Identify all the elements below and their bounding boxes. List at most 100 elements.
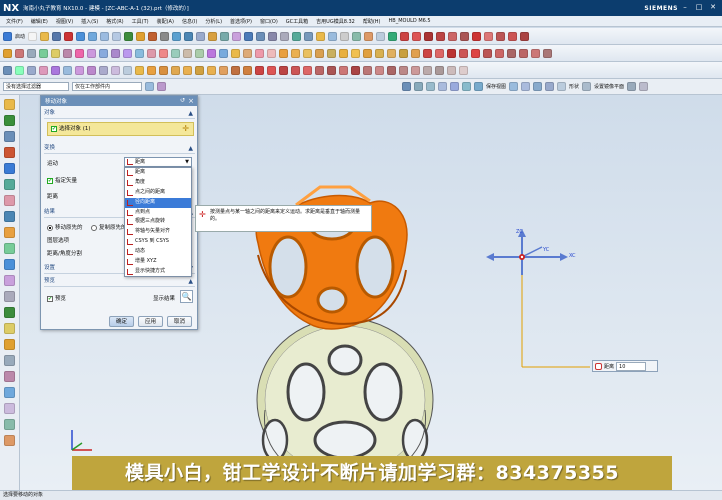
thread-icon[interactable]: [111, 48, 120, 58]
menu-item[interactable]: GC工具箱: [282, 18, 312, 25]
offset-face-icon[interactable]: [207, 48, 216, 58]
intersection-curve-icon[interactable]: [447, 48, 456, 58]
ellipse-icon[interactable]: [519, 48, 528, 58]
offset-curve-icon[interactable]: [472, 31, 482, 41]
chamfer-icon[interactable]: [220, 31, 230, 41]
mirror-plane-icon[interactable]: [627, 82, 637, 91]
revolve-icon[interactable]: [148, 31, 158, 41]
spline-icon[interactable]: [520, 31, 530, 41]
apply-button[interactable]: 应用: [138, 316, 163, 327]
start-icon[interactable]: [3, 31, 12, 41]
join-curve-icon[interactable]: [508, 31, 518, 41]
drafting-icon[interactable]: [4, 371, 15, 382]
curve-length-icon[interactable]: [267, 65, 276, 75]
bridge-curve-icon[interactable]: [496, 31, 506, 41]
curve-edit-icon[interactable]: [255, 65, 264, 75]
pad-icon[interactable]: [75, 48, 84, 58]
bounded-plane-icon[interactable]: [339, 48, 348, 58]
tool-icon[interactable]: [376, 31, 386, 41]
motion-option[interactable]: 距离: [125, 168, 191, 178]
curve-tool-icon[interactable]: [424, 31, 434, 41]
save-icon[interactable]: [52, 31, 62, 41]
point-constructor-icon[interactable]: [219, 65, 228, 75]
highlight-tool-icon[interactable]: [388, 31, 398, 41]
move-face-icon[interactable]: [243, 48, 252, 58]
motion-option[interactable]: 将轴与矢量对齐: [125, 227, 191, 237]
mold-wizard-icon[interactable]: [4, 307, 15, 318]
circle-tool-icon[interactable]: [436, 31, 446, 41]
intersect-icon[interactable]: [196, 31, 206, 41]
copy-original-radio[interactable]: [91, 224, 97, 231]
new-file-icon[interactable]: [28, 31, 38, 41]
dialog-close-icon[interactable]: ×: [188, 96, 194, 106]
edit-display-icon[interactable]: [15, 65, 24, 75]
isoparametric-icon[interactable]: [435, 48, 444, 58]
subtract-icon[interactable]: [184, 31, 194, 41]
motion-option[interactable]: 动态: [125, 247, 191, 257]
motion-option[interactable]: 角度: [125, 178, 191, 188]
menu-item[interactable]: 窗口(O): [256, 18, 282, 25]
move-object-icon[interactable]: [63, 65, 72, 75]
motion-option[interactable]: 点之间的距离: [125, 188, 191, 198]
csys-icon[interactable]: [328, 31, 338, 41]
history-icon[interactable]: [135, 65, 144, 75]
quadrant-point-icon[interactable]: [474, 82, 483, 91]
cancel-button[interactable]: 取消: [167, 316, 192, 327]
rotate-view-icon[interactable]: [280, 31, 290, 41]
wcs-orient-icon[interactable]: [195, 65, 204, 75]
view-icon[interactable]: [509, 82, 519, 91]
chain-icon[interactable]: [543, 48, 552, 58]
layer-icon[interactable]: [316, 31, 326, 41]
end-point-icon[interactable]: [414, 82, 423, 91]
section-curve-icon[interactable]: [459, 48, 468, 58]
distance-handle-value[interactable]: 10: [616, 361, 647, 371]
manufacturing-wizard-icon[interactable]: [4, 227, 15, 238]
patch-icon[interactable]: [195, 48, 204, 58]
motion-option[interactable]: 径向距离: [125, 197, 191, 208]
cam-icon[interactable]: [4, 403, 15, 414]
edit-spline-icon[interactable]: [375, 65, 384, 75]
boss-icon[interactable]: [51, 48, 60, 58]
n-sided-icon[interactable]: [315, 48, 324, 58]
menu-item[interactable]: 帮助(H): [359, 18, 385, 25]
process-studio-icon[interactable]: [4, 211, 15, 222]
history-tab-icon[interactable]: [4, 195, 15, 206]
delete-face-icon[interactable]: [255, 48, 264, 58]
move-original-radio[interactable]: [47, 224, 53, 231]
block-feature-icon[interactable]: [147, 65, 156, 75]
curve-trim-icon[interactable]: [279, 65, 288, 75]
menu-item[interactable]: 信息(I): [178, 18, 201, 25]
shell-icon[interactable]: [232, 31, 242, 41]
smooth-curve-icon[interactable]: [327, 65, 336, 75]
expression-icon[interactable]: [111, 65, 120, 75]
mid-point-icon[interactable]: [426, 82, 435, 91]
wcs-rotate-icon[interactable]: [183, 65, 192, 75]
clip-icon[interactable]: [639, 82, 649, 91]
text-icon[interactable]: [483, 48, 492, 58]
fillet-curve-icon[interactable]: [303, 65, 312, 75]
deviation-icon[interactable]: [459, 65, 468, 75]
edge-blend-icon[interactable]: [208, 31, 218, 41]
type-filter-select[interactable]: 没有选择过滤器: [3, 82, 69, 91]
thicken-icon[interactable]: [219, 48, 228, 58]
attribute-icon[interactable]: [99, 65, 108, 75]
groove-icon[interactable]: [99, 48, 108, 58]
shape-label[interactable]: 形状: [569, 83, 579, 90]
motion-option[interactable]: 根据三点旋转: [125, 217, 191, 227]
helix-icon[interactable]: [495, 48, 504, 58]
draft-analysis-icon[interactable]: [447, 65, 456, 75]
reset-icon[interactable]: ↺: [180, 96, 185, 106]
save-view-label[interactable]: 保存视图: [486, 83, 506, 90]
snap-point-icon[interactable]: [402, 82, 411, 91]
law-extension-icon[interactable]: [375, 48, 384, 58]
cone-icon[interactable]: [27, 48, 36, 58]
shaded-icon[interactable]: [292, 31, 302, 41]
part-navigator-icon[interactable]: [123, 65, 132, 75]
sphere-icon[interactable]: [39, 48, 48, 58]
edit-object-icon[interactable]: [3, 65, 12, 75]
undo-icon[interactable]: [76, 31, 86, 41]
menu-item[interactable]: 插入(S): [77, 18, 102, 25]
plane-constructor-icon[interactable]: [243, 65, 252, 75]
trim-tool-icon[interactable]: [460, 31, 470, 41]
point-tool-icon[interactable]: [448, 31, 458, 41]
